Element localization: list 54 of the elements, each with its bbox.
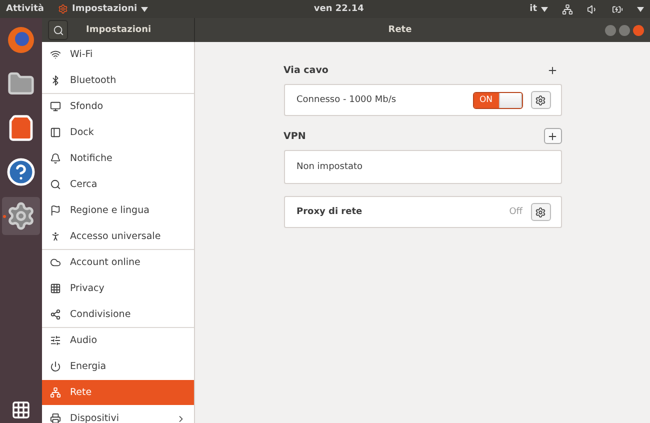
printer-icon xyxy=(50,413,61,423)
sliders-icon xyxy=(50,335,61,346)
proxy-label: Proxy di rete xyxy=(296,207,364,217)
volume-icon[interactable] xyxy=(587,4,598,14)
settings-button[interactable] xyxy=(530,91,550,109)
person-icon xyxy=(50,231,61,242)
app-menu[interactable]: Impostazioni xyxy=(58,4,148,14)
add-button[interactable] xyxy=(544,128,562,144)
grid-icon xyxy=(50,283,61,294)
gear-icon xyxy=(535,206,546,218)
clock[interactable]: ven 22.14 xyxy=(314,4,364,14)
settings-button[interactable] xyxy=(530,203,550,221)
empty-state-text: Non impostato xyxy=(296,162,364,172)
search-icon xyxy=(52,24,64,36)
panel-icon xyxy=(50,127,61,138)
section-heading: Via cavo xyxy=(284,64,328,76)
wifi-icon xyxy=(50,49,61,60)
caret-icon xyxy=(637,6,644,12)
maximize-button[interactable] xyxy=(619,24,630,36)
plus-icon xyxy=(547,64,558,76)
power-icon xyxy=(50,361,61,372)
bell-icon xyxy=(50,153,61,164)
close-button[interactable] xyxy=(633,24,644,36)
caret-icon xyxy=(141,6,148,12)
input-source-menu[interactable]: it xyxy=(530,4,548,14)
network-icon[interactable] xyxy=(562,4,574,14)
app-grid-icon[interactable] xyxy=(11,400,31,420)
plus-icon xyxy=(547,130,558,142)
battery-icon[interactable] xyxy=(612,4,624,14)
flag-icon xyxy=(50,205,61,216)
browser-icon xyxy=(6,25,36,55)
help-icon xyxy=(6,157,36,187)
toggle-switch[interactable]: ON xyxy=(472,92,522,108)
activities-button[interactable]: Attività xyxy=(6,4,44,14)
cloud-icon xyxy=(50,257,61,268)
running-indicator xyxy=(3,215,6,218)
gear-icon xyxy=(58,4,68,14)
sidebar-title: Impostazioni xyxy=(86,25,152,35)
caret-icon xyxy=(541,6,548,12)
window-title: Rete xyxy=(388,25,412,35)
search-button[interactable] xyxy=(48,20,68,40)
share-icon xyxy=(50,309,61,320)
network-icon xyxy=(50,387,61,398)
proxy-status: Off xyxy=(509,207,522,217)
gear-icon xyxy=(535,94,546,106)
sidebar-item[interactable]: Rete xyxy=(42,380,194,406)
dock-item[interactable] xyxy=(2,197,40,235)
monitor-icon xyxy=(50,101,61,112)
bluetooth-icon xyxy=(50,75,61,86)
connection-status: Connesso - 1000 Mb/s xyxy=(296,95,398,105)
settings-icon xyxy=(6,201,36,231)
section-heading: VPN xyxy=(284,130,306,142)
search-icon xyxy=(50,179,61,190)
minimize-button[interactable] xyxy=(605,24,616,36)
